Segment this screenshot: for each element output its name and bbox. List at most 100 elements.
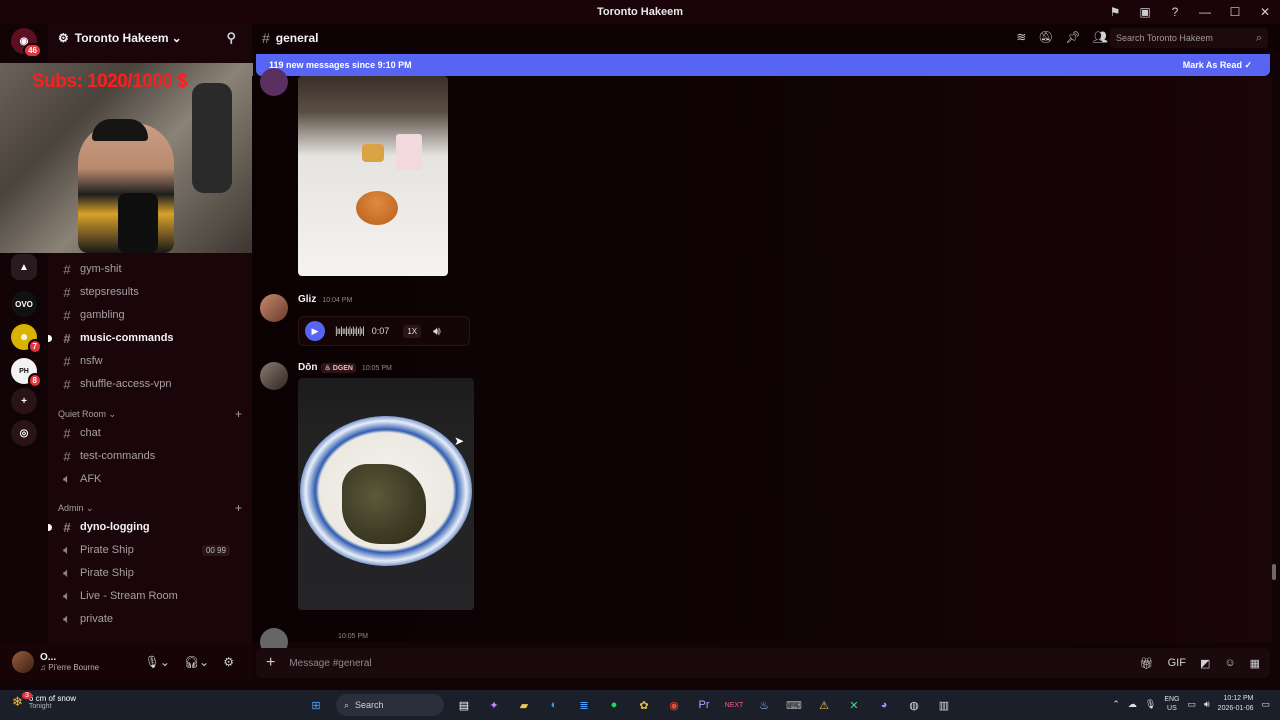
channel-private[interactable]: 🔈︎ private <box>56 608 244 630</box>
ovo-server-icon[interactable]: OVO <box>11 291 37 317</box>
avatar[interactable] <box>260 294 288 322</box>
mute-bell-icon[interactable]: 🔕︎ <box>1038 30 1053 44</box>
pin-icon[interactable]: 📌︎ <box>1066 30 1081 44</box>
channel-stepsresults[interactable]: # stepsresults <box>56 281 244 303</box>
webcam-background <box>192 83 232 193</box>
chevron-down-icon: ⌄ <box>171 31 182 45</box>
close-button[interactable]: ✕ <box>1250 5 1280 19</box>
category-admin[interactable]: Admin ⌄ + <box>58 500 242 516</box>
channel-dyno-logging[interactable]: # dyno-logging <box>48 516 244 538</box>
help-icon[interactable]: ? <box>1160 5 1190 19</box>
hash-icon: # <box>63 376 71 392</box>
scrollbar[interactable] <box>1272 564 1276 580</box>
steam-icon[interactable]: ♨ <box>754 695 774 715</box>
channel-afk[interactable]: 🔈︎ AFK <box>56 468 244 490</box>
waveform[interactable]: |ıı|ıı|ı|ı|ı|ı|ı| <box>335 326 365 337</box>
channel-test-commands[interactable]: # test-commands <box>56 445 244 467</box>
avatar[interactable] <box>12 651 34 673</box>
minimize-button[interactable]: — <box>1190 5 1220 19</box>
gear-icon[interactable]: ⚙ <box>223 655 234 669</box>
inbox-icon[interactable]: ▣ <box>1130 5 1160 19</box>
new-messages-banner[interactable]: 119 new messages since 9:10 PM Mark As R… <box>256 54 1270 76</box>
edge-icon[interactable]: ◐ <box>544 695 564 715</box>
invite-people-icon[interactable]: ⚲ <box>226 30 236 46</box>
channel-pirate-ship-2[interactable]: 🔈︎ Pirate Ship <box>56 562 244 584</box>
spotify-icon[interactable]: ● <box>604 695 624 715</box>
hash-icon: # <box>63 425 71 441</box>
avatar[interactable] <box>260 362 288 390</box>
message-author[interactable]: Dōn ♨ DGEN 10:05 PM <box>298 362 392 373</box>
chevron-up-icon[interactable]: ⌃ <box>1112 699 1120 710</box>
play-icon[interactable]: ▶ <box>305 321 325 341</box>
server-header[interactable]: ⚙ Toronto Hakeem ⌄ ⚲ <box>48 24 252 52</box>
phantasmic-server-icon[interactable]: PH 8 <box>11 358 42 388</box>
chrome-icon[interactable]: ◉ <box>664 695 684 715</box>
flag-icon[interactable]: ⚑ <box>1100 5 1130 19</box>
obs-icon[interactable]: ◍ <box>904 695 924 715</box>
volume-icon[interactable]: 🔊︎ <box>433 324 441 339</box>
terminal-icon[interactable]: ⌨ <box>784 695 804 715</box>
add-channel-icon[interactable]: + <box>235 501 242 515</box>
gift-icon[interactable]: 🎁︎ <box>1140 657 1154 670</box>
discord-home-icon[interactable]: ◉ 46 <box>11 28 42 58</box>
xbox-icon[interactable]: ✕ <box>844 695 864 715</box>
weather-widget[interactable]: ❄ 3 6 cm of snow Tonight <box>12 692 76 710</box>
clock[interactable]: 10:12 PM 2026-01-06 <box>1218 694 1254 714</box>
channel-pirate-ship-1[interactable]: 🔈︎ Pirate Ship 00 99 <box>56 539 244 561</box>
kick-icon[interactable]: NEXT <box>724 695 744 715</box>
headphones-icon[interactable]: 🎧︎⌄ <box>184 655 209 669</box>
search-input[interactable]: Search Toronto Hakeem ⌕ <box>1110 28 1268 48</box>
microphone-icon[interactable]: 🎙︎ <box>1145 699 1156 710</box>
category-quiet-room[interactable]: Quiet Room ⌄ + <box>58 406 242 422</box>
avatar[interactable] <box>260 68 288 96</box>
message-author[interactable]: Gliz 10:04 PM <box>298 294 352 305</box>
warning-icon[interactable]: ⚠ <box>814 695 834 715</box>
gif-icon[interactable]: GIF <box>1168 657 1186 670</box>
emoji-icon[interactable]: ☺ <box>1224 657 1235 670</box>
notifications-icon[interactable]: ▭ <box>1261 699 1270 710</box>
channel-gym-shit[interactable]: # gym-shit <box>56 258 244 280</box>
volume-icon[interactable]: 🔊︎ <box>1204 699 1210 710</box>
food-image-attachment[interactable] <box>298 76 448 276</box>
food-image-attachment[interactable] <box>298 378 474 610</box>
add-attachment-icon[interactable]: + <box>266 654 275 672</box>
simpsons-server-icon[interactable]: ☻ 7 <box>11 324 42 354</box>
message-composer[interactable]: + Message #general 🎁︎ GIF ◩ ☺ ▦ <box>256 648 1270 678</box>
channel-live-stream-room[interactable]: 🔈︎ Live - Stream Room <box>56 585 244 607</box>
premiere-icon[interactable]: Pr <box>694 695 714 715</box>
channel-chat[interactable]: # chat <box>56 422 244 444</box>
notepad-icon[interactable]: ≣ <box>574 695 594 715</box>
taskbar-search[interactable]: ⌕ Search <box>336 694 444 716</box>
windows-start-icon[interactable]: ⊞ <box>306 695 326 715</box>
discord-icon[interactable]: ◕ <box>874 695 894 715</box>
language-indicator[interactable]: ENG US <box>1164 695 1179 713</box>
channel-label: private <box>80 613 114 625</box>
server-1-icon[interactable]: ▲ <box>11 254 37 280</box>
task-view-icon[interactable]: ▤ <box>454 695 474 715</box>
message-input[interactable]: Message #general <box>289 658 371 669</box>
speaker-icon: 🔈︎ <box>63 611 71 626</box>
members-icon[interactable]: 👥︎ <box>1093 30 1108 44</box>
microphone-icon[interactable]: 🎙︎⌄ <box>145 655 170 669</box>
add-server-icon[interactable]: + <box>11 388 37 414</box>
weather-badge: 3 <box>22 692 32 699</box>
app-icon[interactable]: ✿ <box>634 695 654 715</box>
cloud-icon[interactable]: ☁ <box>1128 699 1137 710</box>
file-explorer-icon[interactable]: ▰ <box>514 695 534 715</box>
apps-icon[interactable]: ▦ <box>1250 657 1260 670</box>
add-channel-icon[interactable]: + <box>235 407 242 421</box>
username: O... <box>40 652 57 663</box>
threads-icon[interactable]: ≋ <box>1016 30 1026 44</box>
mark-as-read-button[interactable]: Mark As Read ✓ <box>1183 60 1252 71</box>
playback-speed-button[interactable]: 1X <box>403 324 422 338</box>
copilot-icon[interactable]: ✦ <box>484 695 504 715</box>
channel-nsfw[interactable]: # nsfw <box>56 350 244 372</box>
maximize-button[interactable]: ☐ <box>1220 5 1250 19</box>
channel-shuffle-access-vpn[interactable]: # shuffle-access-vpn <box>56 373 244 395</box>
discover-icon[interactable]: ◎ <box>11 420 37 446</box>
channel-music-commands[interactable]: # music-commands <box>48 327 244 349</box>
notepad-plus-icon[interactable]: ▥ <box>934 695 954 715</box>
sticker-icon[interactable]: ◩ <box>1200 657 1210 670</box>
channel-gambling[interactable]: # gambling <box>56 304 244 326</box>
network-icon[interactable]: ▭ <box>1187 699 1196 710</box>
